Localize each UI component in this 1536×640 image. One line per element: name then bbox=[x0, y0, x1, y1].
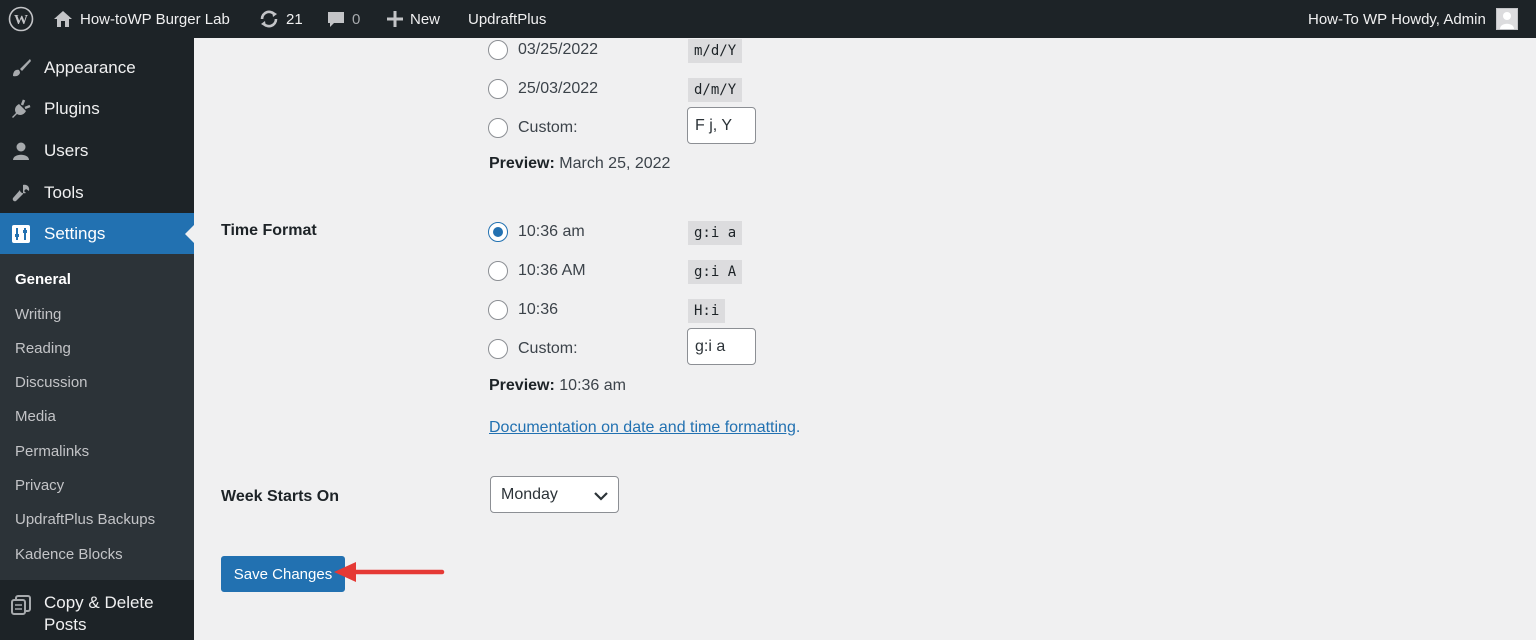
date-format-option[interactable]: 03/25/2022 bbox=[488, 38, 598, 62]
menu-item-users[interactable]: Users bbox=[0, 130, 194, 171]
time-format-custom-option[interactable]: Custom: bbox=[488, 337, 578, 361]
active-indicator bbox=[185, 225, 194, 243]
settings-icon bbox=[10, 223, 32, 245]
menu-label: Plugins bbox=[44, 98, 100, 118]
format-code: g:i a bbox=[688, 221, 743, 245]
time-format-option[interactable]: 10:36 AM bbox=[488, 259, 586, 283]
admin-bar: W How-toWP Burger Lab 21 0 New UpdraftPl… bbox=[0, 0, 1536, 38]
copy-icon bbox=[10, 594, 32, 616]
comments-count: 0 bbox=[352, 10, 361, 28]
new-label: New bbox=[410, 10, 441, 28]
updraftplus-label: UpdraftPlus bbox=[468, 10, 547, 28]
preview-label: Preview: bbox=[489, 377, 555, 394]
preview-value: March 25, 2022 bbox=[559, 155, 671, 172]
wordpress-logo-icon[interactable]: W bbox=[8, 0, 34, 38]
avatar bbox=[1495, 8, 1518, 30]
radio-button[interactable] bbox=[488, 118, 508, 138]
menu-label: Appearance bbox=[44, 57, 136, 77]
radio-label: Custom: bbox=[518, 340, 578, 357]
submenu-updraftplus-backups[interactable]: UpdraftPlus Backups bbox=[15, 511, 155, 528]
refresh-icon bbox=[258, 8, 280, 30]
time-preview: Preview: 10:36 am bbox=[489, 377, 626, 395]
wrench-icon bbox=[10, 182, 32, 204]
time-format-option[interactable]: 10:36 am bbox=[488, 220, 585, 244]
radio-label: 10:36 am bbox=[518, 223, 585, 240]
link-suffix: . bbox=[795, 419, 801, 436]
svg-text:W: W bbox=[14, 13, 28, 28]
save-changes-button[interactable]: Save Changes bbox=[221, 556, 345, 592]
settings-content: 03/25/2022 m/d/Y 25/03/2022 d/m/Y Custom… bbox=[194, 38, 1536, 640]
menu-item-tools[interactable]: Tools bbox=[0, 172, 194, 213]
date-format-option[interactable]: 25/03/2022 bbox=[488, 77, 598, 101]
radio-label: Custom: bbox=[518, 119, 578, 136]
menu-label: Users bbox=[44, 140, 89, 160]
radio-label: 10:36 bbox=[518, 301, 559, 318]
format-code: d/m/Y bbox=[688, 78, 743, 102]
radio-button[interactable] bbox=[488, 339, 508, 359]
submenu-kadence-blocks[interactable]: Kadence Blocks bbox=[15, 546, 123, 563]
submenu-discussion[interactable]: Discussion bbox=[15, 374, 88, 391]
users-icon bbox=[10, 140, 32, 162]
comments-link[interactable]: 0 bbox=[326, 0, 360, 38]
my-account-link[interactable]: How-To WP Howdy, Admin bbox=[1308, 0, 1518, 38]
radio-label: 25/03/2022 bbox=[518, 80, 599, 97]
site-name-link[interactable]: How-toWP Burger Lab bbox=[52, 0, 230, 38]
format-code: H:i bbox=[688, 299, 726, 323]
home-icon bbox=[52, 9, 74, 29]
radio-label: 03/25/2022 bbox=[518, 41, 599, 58]
menu-item-plugins[interactable]: Plugins bbox=[0, 88, 194, 129]
updates-link[interactable]: 21 bbox=[258, 0, 303, 38]
documentation-link[interactable]: Documentation on date and time formattin… bbox=[489, 419, 796, 436]
date-preview: Preview: March 25, 2022 bbox=[489, 155, 670, 173]
plus-icon bbox=[386, 10, 404, 28]
documentation-link-wrapper: Documentation on date and time formattin… bbox=[489, 419, 800, 437]
annotation-arrow-icon bbox=[334, 562, 445, 582]
preview-value: 10:36 am bbox=[559, 377, 626, 394]
select-value: Monday bbox=[501, 485, 558, 503]
submenu-permalinks[interactable]: Permalinks bbox=[15, 443, 89, 460]
submenu-general[interactable]: General bbox=[15, 271, 71, 288]
radio-label: 10:36 AM bbox=[518, 262, 586, 279]
radio-button[interactable] bbox=[488, 222, 508, 242]
menu-label: Settings bbox=[44, 223, 106, 243]
admin-sidebar: Appearance Plugins Users Tools Settings … bbox=[0, 38, 194, 640]
format-code: g:i A bbox=[688, 260, 743, 284]
time-format-label: Time Format bbox=[221, 222, 317, 239]
menu-item-appearance[interactable]: Appearance bbox=[0, 47, 194, 88]
menu-item-settings[interactable]: Settings bbox=[0, 213, 194, 254]
account-label: How-To WP Howdy, Admin bbox=[1308, 10, 1486, 28]
radio-button[interactable] bbox=[488, 261, 508, 281]
menu-label: Tools bbox=[44, 182, 84, 202]
submenu-privacy[interactable]: Privacy bbox=[15, 477, 64, 494]
new-content-link[interactable]: New bbox=[386, 0, 440, 38]
week-starts-select[interactable]: Monday bbox=[490, 476, 619, 513]
submenu-writing[interactable]: Writing bbox=[15, 306, 61, 323]
chevron-down-icon bbox=[594, 488, 608, 506]
submenu-reading[interactable]: Reading bbox=[15, 340, 71, 357]
settings-submenu: General Writing Reading Discussion Media… bbox=[0, 254, 194, 580]
plugin-icon bbox=[10, 98, 32, 120]
site-name: How-toWP Burger Lab bbox=[80, 10, 230, 28]
custom-time-format-input[interactable] bbox=[687, 328, 756, 365]
menu-label: Copy & Delete Posts bbox=[44, 593, 154, 634]
menu-item-copy-delete-posts[interactable]: Copy & Delete Posts bbox=[0, 580, 194, 640]
comment-icon bbox=[326, 9, 346, 29]
radio-button[interactable] bbox=[488, 40, 508, 60]
submenu-media[interactable]: Media bbox=[15, 408, 56, 425]
time-format-option[interactable]: 10:36 bbox=[488, 298, 558, 322]
radio-button[interactable] bbox=[488, 79, 508, 99]
date-format-custom-option[interactable]: Custom: bbox=[488, 116, 578, 140]
radio-button[interactable] bbox=[488, 300, 508, 320]
format-code: m/d/Y bbox=[688, 39, 743, 63]
week-starts-label: Week Starts On bbox=[221, 488, 339, 505]
preview-label: Preview: bbox=[489, 155, 555, 172]
updraftplus-link[interactable]: UpdraftPlus bbox=[468, 0, 546, 38]
custom-date-format-input[interactable] bbox=[687, 107, 756, 144]
updates-count: 21 bbox=[286, 10, 303, 28]
paintbrush-icon bbox=[10, 57, 32, 79]
